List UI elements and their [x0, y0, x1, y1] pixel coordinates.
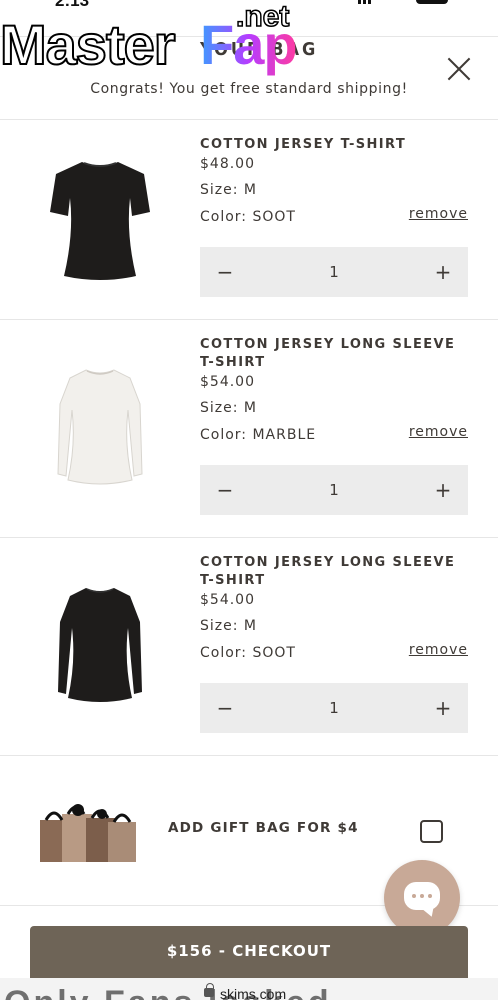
gift-bag-image: [38, 798, 138, 868]
cart-item: COTTON JERSEY T-SHIRT $48.00 Size: M Col…: [0, 120, 498, 320]
gift-bag-label: ADD GIFT BAG FOR $4: [168, 820, 359, 836]
increase-quantity-button[interactable]: +: [418, 247, 468, 297]
chat-icon: [404, 882, 440, 910]
item-details: COTTON JERSEY LONG SLEEVE T-SHIRT $54.00…: [200, 336, 470, 444]
url-text: skims.com: [220, 986, 287, 1000]
watermark-master: Master: [0, 12, 177, 77]
watermark-fap: Fap: [200, 13, 298, 76]
browser-address-bar[interactable]: Only Fans leaked skims.com: [0, 978, 498, 1000]
checkout-label: $156 - CHECKOUT: [166, 942, 332, 960]
checkout-button[interactable]: $156 - CHECKOUT: [30, 926, 468, 978]
black-tshirt-image[interactable]: [40, 154, 160, 284]
item-color-row: Color: SOOT remove: [200, 206, 470, 226]
gift-bag-checkbox[interactable]: [420, 820, 443, 843]
quantity-value: 1: [329, 263, 339, 281]
quantity-stepper: − 1 +: [200, 683, 468, 733]
watermark-logo: .net Master Fap: [0, 0, 310, 77]
signal-icon: [358, 0, 372, 4]
item-size: Size: M: [200, 618, 257, 634]
item-price: $54.00: [200, 592, 255, 608]
item-name[interactable]: COTTON JERSEY T-SHIRT: [200, 136, 470, 154]
item-price: $54.00: [200, 374, 255, 390]
decrease-quantity-button[interactable]: −: [200, 247, 250, 297]
item-color-row: Color: MARBLE remove: [200, 424, 470, 444]
remove-button[interactable]: remove: [409, 642, 468, 658]
battery-icon: [416, 0, 448, 4]
remove-button[interactable]: remove: [409, 206, 468, 222]
item-name[interactable]: COTTON JERSEY LONG SLEEVE T-SHIRT: [200, 336, 470, 372]
item-price: $48.00: [200, 156, 255, 172]
item-details: COTTON JERSEY T-SHIRT $48.00 Size: M Col…: [200, 136, 470, 226]
white-long-sleeve-image[interactable]: [40, 364, 160, 494]
quantity-stepper: − 1 +: [200, 465, 468, 515]
remove-button[interactable]: remove: [409, 424, 468, 440]
increase-quantity-button[interactable]: +: [418, 465, 468, 515]
close-icon[interactable]: [446, 55, 472, 81]
item-color: Color: MARBLE: [200, 427, 317, 443]
increase-quantity-button[interactable]: +: [418, 683, 468, 733]
decrease-quantity-button[interactable]: −: [200, 683, 250, 733]
item-name[interactable]: COTTON JERSEY LONG SLEEVE T-SHIRT: [200, 554, 470, 590]
item-color: Color: SOOT: [200, 645, 296, 661]
item-size: Size: M: [200, 400, 257, 416]
item-color-row: Color: SOOT remove: [200, 642, 470, 662]
free-shipping-message: Congrats! You get free standard shipping…: [90, 81, 408, 97]
quantity-stepper: − 1 +: [200, 247, 468, 297]
status-indicators: [358, 0, 448, 8]
quantity-value: 1: [329, 699, 339, 717]
item-color: Color: SOOT: [200, 209, 296, 225]
item-size: Size: M: [200, 182, 257, 198]
quantity-value: 1: [329, 481, 339, 499]
item-details: COTTON JERSEY LONG SLEEVE T-SHIRT $54.00…: [200, 554, 470, 662]
black-long-sleeve-image[interactable]: [40, 582, 160, 712]
lock-icon: [204, 983, 214, 997]
chat-button[interactable]: [384, 860, 460, 936]
decrease-quantity-button[interactable]: −: [200, 465, 250, 515]
cart-item: COTTON JERSEY LONG SLEEVE T-SHIRT $54.00…: [0, 320, 498, 538]
cart-item: COTTON JERSEY LONG SLEEVE T-SHIRT $54.00…: [0, 538, 498, 756]
